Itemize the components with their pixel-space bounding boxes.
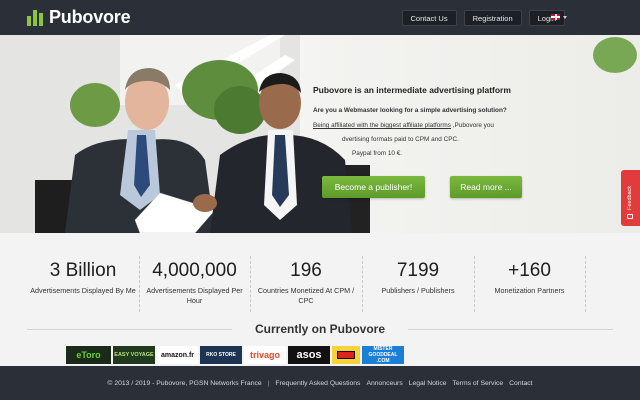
affiliate-platforms-link[interactable]: Being affiliated with the biggest affili… <box>313 122 451 129</box>
faq-link[interactable]: Frequently Asked Questions <box>275 380 360 387</box>
hero-title: Pubovore is an intermediate advertising … <box>313 85 511 95</box>
logo-text: Pubovore <box>49 7 131 27</box>
stat-value: 7199 <box>396 260 440 281</box>
partner-logos: eToro EASY VOYAGE amazon.fr RKO STORE tr… <box>66 346 404 364</box>
stat-value: 196 <box>290 260 322 281</box>
stat-label: Countries Monetized At CPM / CPC <box>257 286 355 305</box>
hero-text-line: Paypal from 10 €. <box>352 150 403 157</box>
terms-of-service-link[interactable]: Terms of Service <box>453 380 504 387</box>
hero-text-line: dvertising formats paid to CPM and CPC. <box>342 136 459 143</box>
read-more-button[interactable]: Read more ... <box>450 176 522 198</box>
copyright-text: © 2013 / 2019 - Pubovore, PGSN Networks … <box>107 379 262 387</box>
section-title: Currently on Pubovore <box>254 322 385 336</box>
divider <box>27 329 232 330</box>
stat-value: +160 <box>508 260 551 281</box>
hero-text-line: Being affiliated with the biggest affili… <box>313 122 494 130</box>
partner-logo-trivago[interactable]: trivago <box>244 346 286 364</box>
stats-section: 3 Billion Advertisements Displayed By Me… <box>27 256 587 312</box>
stat-value: 3 Billion <box>49 260 117 281</box>
divider <box>408 329 613 330</box>
stat-label: Advertisements Displayed By Me <box>30 286 136 295</box>
stat-item: 7199 Publishers / Publishers <box>362 256 474 312</box>
annonceurs-link[interactable]: Annonceurs <box>366 380 402 387</box>
partner-logo-amazon[interactable]: amazon.fr <box>157 346 198 364</box>
chevron-down-icon <box>563 15 567 19</box>
legal-notice-link[interactable]: Legal Notice <box>409 380 447 387</box>
hero-question: Are you a Webmaster looking for a simple… <box>313 107 507 114</box>
hero-banner: Pubovore is an intermediate advertising … <box>0 35 640 233</box>
stat-item: 196 Countries Monetized At CPM / CPC <box>250 256 362 312</box>
stat-value: 4,000,000 <box>152 260 237 281</box>
stat-label: Advertisements Displayed Per Hour <box>146 286 243 305</box>
contact-link[interactable]: Contact <box>509 380 532 387</box>
footer-separator: | <box>267 379 270 387</box>
stat-item: 3 Billion Advertisements Displayed By Me <box>27 256 139 312</box>
stat-item: 4,000,000 Advertisements Displayed Per H… <box>139 256 250 312</box>
stat-label: Monetization Partners <box>494 286 565 295</box>
chat-icon <box>627 214 633 219</box>
flag-logo-icon <box>337 351 355 359</box>
partner-logo-etoro[interactable]: eToro <box>66 346 111 364</box>
partner-logo-easyvoyage[interactable]: EASY VOYAGE <box>113 346 155 364</box>
divider <box>585 256 586 312</box>
feedback-tab[interactable]: Feedback <box>621 170 640 226</box>
language-selector[interactable] <box>551 14 567 20</box>
logo[interactable]: Pubovore <box>27 7 131 27</box>
hero-photo <box>0 35 637 233</box>
uk-flag-icon <box>551 14 560 20</box>
registration-button[interactable]: Registration <box>463 10 522 26</box>
feedback-label: Feedback <box>627 185 633 210</box>
hero-text-fragment: ,Pubovore you <box>450 122 494 129</box>
header-nav: Contact Us Registration Login <box>401 10 565 26</box>
footer: © 2013 / 2019 - Pubovore, PGSN Networks … <box>0 366 640 400</box>
stat-item: +160 Monetization Partners <box>474 256 585 312</box>
partner-logo-asos[interactable]: asos <box>288 346 330 364</box>
partner-logo-mistergooddeal[interactable]: MISTER GOODDEAL .COM <box>362 346 404 364</box>
top-navbar: Pubovore Contact Us Registration Login <box>0 0 640 35</box>
become-publisher-button[interactable]: Become a publisher! <box>322 176 425 198</box>
bar-chart-logo-icon <box>27 10 43 26</box>
stat-label: Publishers / Publishers <box>381 286 455 295</box>
contact-us-button[interactable]: Contact Us <box>401 10 457 26</box>
partner-logo-rko[interactable]: RKO STORE <box>200 346 242 364</box>
partner-logo-flag[interactable] <box>332 346 360 364</box>
